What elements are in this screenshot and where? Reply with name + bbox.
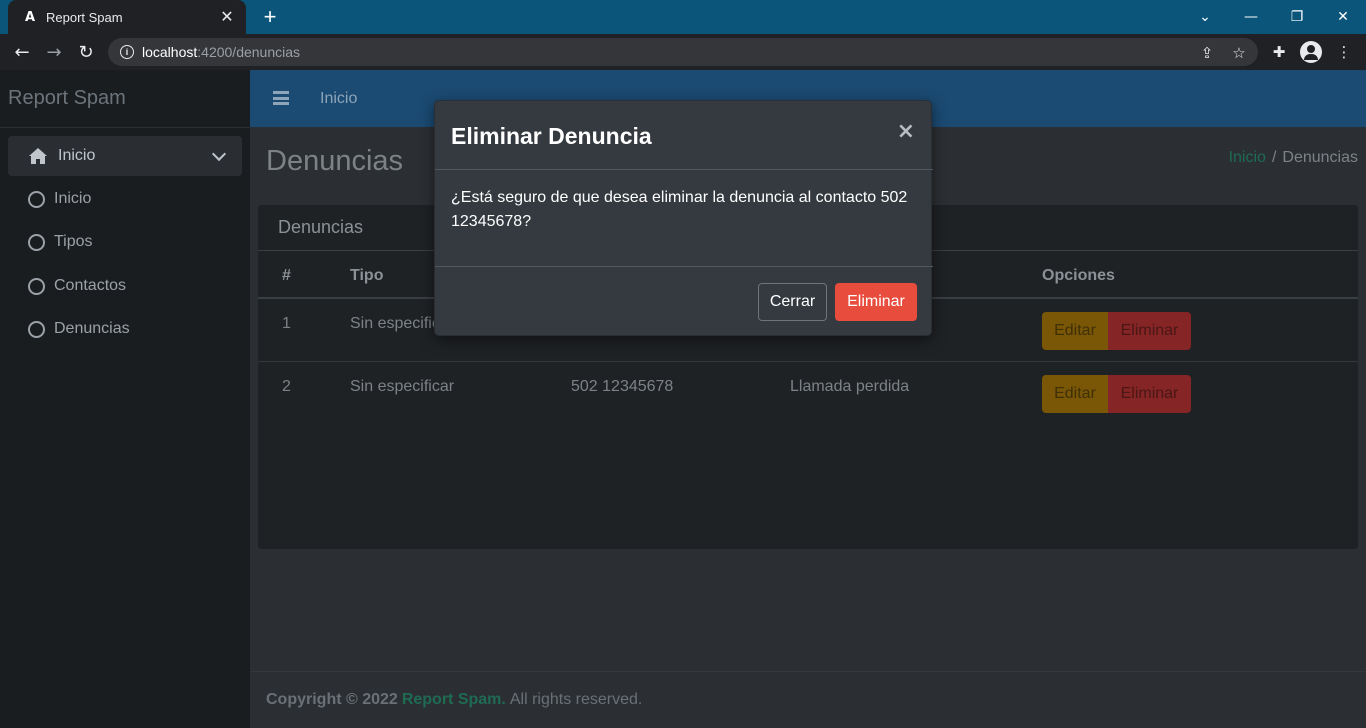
- modal-body-text: ¿Está seguro de que desea eliminar la de…: [451, 189, 908, 230]
- browser-toolbar: ← → ↻ i localhost:4200/denuncias ⇪ ☆ ✚ ⋮: [0, 34, 1366, 70]
- url-path: :4200/denuncias: [197, 44, 301, 60]
- topnav-link-inicio[interactable]: Inicio: [320, 90, 357, 108]
- footer-copyright: Copyright © 2022: [266, 691, 398, 708]
- sidebar-item-label: Contactos: [54, 277, 127, 294]
- sidebar-item-denuncias[interactable]: Denuncias: [28, 317, 130, 341]
- confirm-delete-button[interactable]: Eliminar: [835, 283, 917, 321]
- home-icon: [28, 147, 48, 165]
- angular-logo-icon: A: [24, 9, 36, 25]
- sidebar-item-label: Tipos: [54, 233, 93, 250]
- breadcrumb-home-link[interactable]: Inicio: [1229, 149, 1266, 166]
- browser-tab-bar: A Report Spam ✕ + ⌄ — ❐ ✕: [0, 0, 1366, 34]
- sidebar-item-contactos[interactable]: Contactos: [28, 274, 126, 298]
- footer-brand-link[interactable]: Report Spam.: [402, 691, 506, 709]
- chevron-down-icon: [211, 146, 227, 161]
- sidebar-item-tipos[interactable]: Tipos: [28, 230, 93, 254]
- url-host: localhost: [142, 44, 198, 60]
- footer-rights: All rights reserved.: [509, 691, 643, 708]
- row-2-contacto: 502 12345678: [571, 378, 674, 395]
- sidebar-item-label: Inicio: [54, 190, 92, 207]
- circle-icon: [28, 320, 45, 338]
- brand-logo[interactable]: Report Spam: [0, 70, 250, 128]
- minimize-button[interactable]: —: [1228, 0, 1274, 34]
- breadcrumb-separator: /: [1271, 149, 1277, 166]
- column-header-num: #: [282, 267, 291, 284]
- site-info-icon[interactable]: i: [120, 45, 134, 59]
- share-icon[interactable]: ⇪: [1198, 44, 1216, 62]
- extensions-icon[interactable]: ✚: [1268, 41, 1290, 63]
- row-2-descripcion: Llamada perdida: [790, 378, 910, 395]
- reload-icon[interactable]: ↻: [72, 38, 100, 66]
- row-1-num: 1: [282, 315, 291, 332]
- browser-menu-icon[interactable]: ⋮: [1333, 41, 1355, 63]
- hamburger-menu-icon[interactable]: [273, 91, 289, 105]
- row-2-num: 2: [282, 378, 291, 395]
- cancel-button[interactable]: Cerrar: [758, 283, 827, 321]
- restore-button[interactable]: ❐: [1274, 0, 1320, 34]
- sidebar-item-label: Inicio: [58, 147, 96, 164]
- delete-confirm-modal: Eliminar Denuncia × ¿Está seguro de que …: [434, 100, 933, 336]
- circle-icon: [28, 190, 45, 208]
- address-bar[interactable]: i localhost:4200/denuncias ⇪ ☆: [108, 38, 1258, 66]
- modal-footer-divider: [435, 266, 933, 267]
- circle-icon: [28, 277, 45, 295]
- modal-title: Eliminar Denuncia: [451, 123, 652, 149]
- tab-search-icon[interactable]: ⌄: [1182, 0, 1228, 34]
- footer: Copyright © 2022 Report Spam. All rights…: [250, 671, 1366, 728]
- page-title: Denuncias: [266, 145, 404, 177]
- tab-close-icon[interactable]: ✕: [218, 7, 236, 27]
- edit-button[interactable]: Editar: [1042, 375, 1108, 413]
- delete-button[interactable]: Eliminar: [1108, 312, 1191, 350]
- bookmark-star-icon[interactable]: ☆: [1230, 44, 1248, 62]
- breadcrumb: Inicio / Denuncias: [1229, 149, 1358, 167]
- edit-button[interactable]: Editar: [1042, 312, 1108, 350]
- modal-header-divider: [435, 169, 933, 170]
- new-tab-button[interactable]: +: [258, 5, 282, 29]
- row-2-tipo: Sin especificar: [350, 378, 455, 395]
- column-header-opciones: Opciones: [1042, 267, 1115, 284]
- sidebar-item-inicio-menu[interactable]: Inicio: [8, 136, 242, 176]
- sidebar-item-inicio[interactable]: Inicio: [28, 187, 91, 211]
- sidebar: Report Spam Inicio Inicio Tipos Contacto…: [0, 70, 250, 728]
- row-divider: [258, 361, 1358, 362]
- delete-button[interactable]: Eliminar: [1108, 375, 1191, 413]
- circle-icon: [28, 233, 45, 251]
- browser-tab[interactable]: A Report Spam ✕: [8, 0, 246, 34]
- back-icon[interactable]: ←: [8, 38, 36, 66]
- forward-icon[interactable]: →: [40, 38, 68, 66]
- breadcrumb-current: Denuncias: [1282, 149, 1358, 166]
- profile-avatar-icon[interactable]: [1300, 41, 1322, 63]
- tab-title: Report Spam: [46, 9, 123, 25]
- column-header-tipo: Tipo: [350, 267, 384, 284]
- sidebar-item-label: Denuncias: [54, 320, 130, 337]
- close-window-button[interactable]: ✕: [1320, 0, 1366, 34]
- close-icon[interactable]: ×: [897, 119, 915, 144]
